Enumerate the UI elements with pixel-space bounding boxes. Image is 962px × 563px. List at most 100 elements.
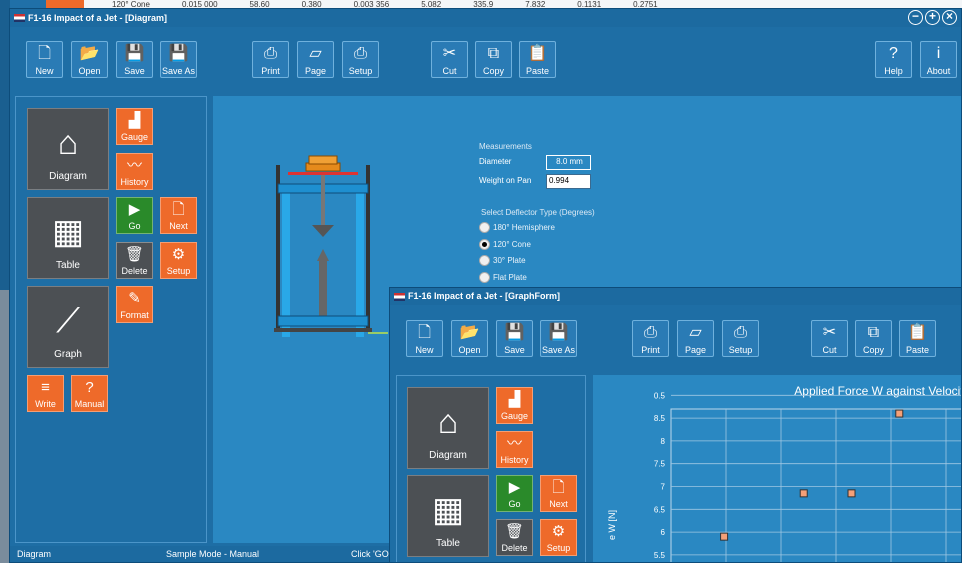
diagram-tile[interactable]: ⌂ Diagram: [27, 108, 109, 190]
save-as-icon: 💾: [548, 324, 569, 341]
graph-setup-button[interactable]: ⚙ Setup: [540, 519, 577, 556]
close-button[interactable]: ×: [942, 10, 957, 25]
deflector-option[interactable]: 30° Plate: [479, 255, 526, 266]
toolbar-button-label: Save As: [541, 345, 576, 355]
delete-label: Delete: [121, 266, 148, 276]
graph-window-titlebar: F1-16 Impact of a Jet - [GraphForm]: [390, 288, 961, 305]
save-toolbar-button[interactable]: 💾 Save: [116, 41, 153, 78]
deflector-option[interactable]: 120° Cone: [479, 238, 531, 250]
y-tick-label: 6.5: [654, 505, 666, 514]
toolbar-button-label: Save As: [161, 66, 196, 76]
copy-toolbar-button[interactable]: ⧉ Copy: [475, 41, 512, 78]
deflector-option-label: 30° Plate: [493, 256, 526, 265]
radio-button[interactable]: [479, 255, 490, 266]
cut-toolbar-button[interactable]: ✂ Cut: [811, 320, 848, 357]
write-doc-icon: ≡: [41, 379, 50, 396]
graph-table-tile[interactable]: ▦ Table: [407, 475, 489, 557]
print-toolbar-button[interactable]: ⎙ Print: [632, 320, 669, 357]
new-toolbar-button[interactable]: 🗋 New: [26, 41, 63, 78]
copy-icon: ⧉: [867, 324, 880, 341]
about-toolbar-button[interactable]: i About: [920, 41, 957, 78]
toolbar-button-label: Cut: [442, 66, 457, 76]
deflector-type-heading: Select Deflector Type (Degrees): [481, 208, 595, 217]
deflector-option[interactable]: Flat Plate: [479, 271, 527, 283]
weight-on-pan-input[interactable]: 0.994: [546, 174, 591, 189]
graph-next-button[interactable]: 🗋 Next: [540, 475, 577, 512]
gauge-button[interactable]: ▟ Gauge: [116, 108, 153, 145]
graph-delete-label: Delete: [501, 543, 528, 553]
paste-toolbar-button[interactable]: 📋 Paste: [899, 320, 936, 357]
new-toolbar-button[interactable]: 🗋 New: [406, 320, 443, 357]
toolbar-button-label: New: [35, 66, 54, 76]
info-icon: i: [936, 45, 941, 62]
force-velocity-chart: Applied Force W against Velocity Squared…: [607, 384, 961, 562]
toolbar-button-label: Save: [504, 345, 525, 355]
bar-gauge-icon: ▟: [508, 391, 521, 408]
graph-delete-button[interactable]: 🗑 Delete: [496, 519, 533, 556]
diameter-field[interactable]: 8.0 mm: [546, 155, 591, 170]
setup-toolbar-button[interactable]: ⎙ Setup: [722, 320, 759, 357]
open-toolbar-button[interactable]: 📂 Open: [71, 41, 108, 78]
cut-toolbar-button[interactable]: ✂ Cut: [431, 41, 468, 78]
page-icon: ▱: [689, 324, 702, 341]
write-button[interactable]: ≡ Write: [27, 375, 64, 412]
graph-history-button[interactable]: 〰 History: [496, 431, 533, 468]
delete-button[interactable]: 🗑 Delete: [116, 242, 153, 279]
table-tile[interactable]: ▦ Table: [27, 197, 109, 279]
page-toolbar-button[interactable]: ▱ Page: [677, 320, 714, 357]
manual-label: Manual: [74, 399, 105, 409]
data-point: [847, 489, 856, 498]
save-as-toolbar-button[interactable]: 💾 Save As: [160, 41, 197, 78]
status-hint: Click 'GO: [351, 549, 389, 559]
graph-go-button[interactable]: ▶ Go: [496, 475, 533, 512]
go-button[interactable]: ▶ Go: [116, 197, 153, 234]
graph-next-label: Next: [549, 499, 568, 509]
plot-frame: [670, 408, 961, 562]
diagram-tile-label: Diagram: [49, 171, 87, 182]
paste-icon: 📋: [907, 324, 928, 341]
next-button[interactable]: 🗋 Next: [160, 197, 197, 234]
scissors-icon: ✂: [442, 45, 457, 62]
gauge-label: Gauge: [120, 132, 149, 142]
diameter-label: Diameter: [479, 157, 512, 166]
house-icon: ⌂: [437, 403, 459, 441]
radio-button[interactable]: [479, 238, 490, 250]
graph-window: F1-16 Impact of a Jet - [GraphForm] 🗋 New…: [389, 287, 962, 563]
y-tick-label: 5.5: [654, 551, 666, 560]
save-as-icon: 💾: [168, 45, 189, 62]
toolbar-button-label: About: [926, 66, 951, 76]
radio-button[interactable]: [479, 222, 490, 233]
print-toolbar-button[interactable]: ⎙ Print: [252, 41, 289, 78]
history-button[interactable]: 〰 History: [116, 153, 153, 190]
page-toolbar-button[interactable]: ▱ Page: [297, 41, 334, 78]
graph-setup-label: Setup: [546, 543, 571, 553]
graph-gauge-button[interactable]: ▟ Gauge: [496, 387, 533, 424]
new-file-icon: 🗋: [38, 45, 51, 62]
toolbar-button-label: Print: [261, 66, 280, 76]
pencil-icon: ✎: [128, 290, 141, 307]
help-toolbar-button[interactable]: ? Help: [875, 41, 912, 78]
minimize-button[interactable]: −: [908, 10, 923, 25]
toolbar-button-label: Copy: [862, 345, 884, 355]
toolbar-button-label: Print: [641, 345, 660, 355]
graph-diagram-tile-label: Diagram: [429, 450, 467, 461]
measurements-heading: Measurements: [479, 142, 532, 151]
page-icon: ▱: [309, 45, 322, 62]
copy-toolbar-button[interactable]: ⧉ Copy: [855, 320, 892, 357]
setup-button[interactable]: ⚙ Setup: [160, 242, 197, 279]
toolbar-button-label: Setup: [728, 345, 753, 355]
manual-button[interactable]: ? Manual: [71, 375, 108, 412]
open-toolbar-button[interactable]: 📂 Open: [451, 320, 488, 357]
radio-button[interactable]: [479, 271, 490, 283]
maximize-button[interactable]: +: [925, 10, 940, 25]
save-as-toolbar-button[interactable]: 💾 Save As: [540, 320, 577, 357]
y-tick-label: 7.5: [654, 460, 666, 469]
setup-toolbar-button[interactable]: ⎙ Setup: [342, 41, 379, 78]
paste-toolbar-button[interactable]: 📋 Paste: [519, 41, 556, 78]
format-button[interactable]: ✎ Format: [116, 286, 153, 323]
graph-tile[interactable]: ⟋ Graph: [27, 286, 109, 368]
deflector-option[interactable]: 180° Hemisphere: [479, 222, 555, 233]
toolbar-button-label: Open: [458, 345, 481, 355]
graph-diagram-tile[interactable]: ⌂ Diagram: [407, 387, 489, 469]
save-toolbar-button[interactable]: 💾 Save: [496, 320, 533, 357]
